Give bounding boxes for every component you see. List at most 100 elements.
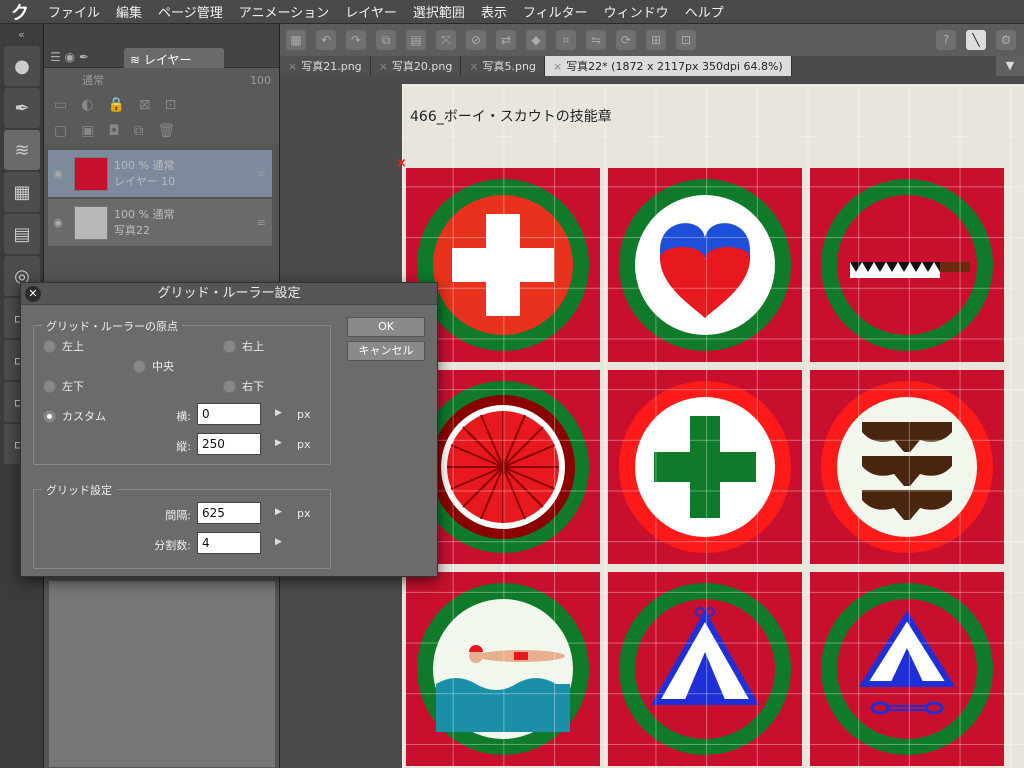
rotate-icon[interactable]: ⟳ — [616, 30, 636, 50]
radio-custom[interactable]: カスタム — [43, 408, 106, 424]
layer-tool-row: ▭ ◐ 🔒 ⊠ ⊡ — [44, 92, 279, 118]
close-tab-icon[interactable]: × — [288, 60, 297, 73]
file-tab-active[interactable]: × 写真22* (1872 x 2117px 350dpi 64.8%) — [544, 56, 792, 76]
grid-origin-marker[interactable]: × — [396, 156, 407, 171]
y-spin-icon[interactable]: ▶ — [275, 438, 282, 448]
layer-prop-icon[interactable]: ▭ — [54, 97, 67, 113]
ok-button[interactable]: OK — [347, 317, 425, 337]
undo-icon[interactable]: ↶ — [316, 30, 336, 50]
menu-selection[interactable]: 選択範囲 — [405, 2, 473, 21]
badge-rope — [810, 370, 1004, 564]
badge-heart — [608, 168, 802, 362]
y-input[interactable]: 250 — [197, 433, 261, 455]
settings-icon[interactable]: ⚙ — [996, 30, 1016, 50]
radio-top-right[interactable]: 右上 — [223, 338, 264, 354]
file-tab-label: 写真21.png — [301, 60, 362, 73]
radio-bottom-right[interactable]: 右下 — [223, 378, 264, 394]
cancel-button[interactable]: キャンセル — [347, 341, 425, 361]
menu-help[interactable]: ヘルプ — [677, 2, 732, 21]
visibility-eye-icon[interactable]: ◉ — [48, 167, 68, 180]
new-layer-icon[interactable]: ▢ — [54, 123, 67, 139]
interval-input[interactable]: 625 — [197, 502, 261, 524]
visibility-eye-icon[interactable]: ◉ — [48, 216, 68, 229]
grid-group: グリッド設定 — [33, 482, 331, 569]
radio-dot-selected[interactable] — [43, 409, 56, 423]
pen-tool-icon[interactable]: ✒ — [4, 88, 40, 128]
panel-tab-icons[interactable]: ☰ ◉ ✒ — [50, 50, 89, 64]
close-tab-icon[interactable]: × — [553, 60, 562, 73]
color-wheel-icon[interactable]: ● — [4, 46, 40, 86]
mask-icon[interactable]: ◘ — [108, 123, 119, 139]
copy-icon[interactable]: ⧉ — [376, 30, 396, 50]
collapse-icon[interactable]: « — [0, 24, 43, 44]
close-tab-icon[interactable]: × — [469, 60, 478, 73]
file-tab[interactable]: × 写真21.png — [280, 56, 371, 76]
new-folder-icon[interactable]: ▣ — [81, 123, 94, 139]
menu-animation[interactable]: アニメーション — [231, 2, 337, 21]
navigator-icon[interactable]: ▦ — [4, 172, 40, 212]
invert-icon[interactable]: ⇄ — [496, 30, 516, 50]
clip-icon[interactable]: ⊠ — [139, 97, 151, 113]
close-icon[interactable]: ✕ — [25, 286, 41, 302]
fill-icon[interactable]: ◆ — [526, 30, 546, 50]
ref-icon[interactable]: ⊡ — [165, 97, 177, 113]
file-tab-label: 写真20.png — [391, 60, 453, 73]
menu-page[interactable]: ページ管理 — [150, 2, 231, 21]
layer-color-icon[interactable]: ◐ — [81, 97, 93, 113]
close-tab-icon[interactable]: × — [379, 60, 388, 73]
menu-filter[interactable]: フィルター — [515, 2, 596, 21]
x-input[interactable]: 0 — [197, 403, 261, 425]
help-icon[interactable]: ? — [936, 30, 956, 50]
divisions-input[interactable]: 4 — [197, 532, 261, 554]
grid-ruler-settings-dialog: ✕ グリッド・ルーラー設定 グリッド・ルーラーの原点 左上 右上 中央 左下 右… — [20, 282, 438, 577]
layer-row[interactable]: ◉ 100 % 通常 写真22 ≡ — [48, 199, 272, 247]
interval-spin-icon[interactable]: ▶ — [275, 507, 282, 517]
menu-file[interactable]: ファイル — [40, 2, 108, 21]
layers-icon[interactable]: ≋ — [4, 130, 40, 170]
radio-dot[interactable] — [43, 379, 56, 393]
opacity-value[interactable]: 100 — [250, 74, 271, 87]
flip-icon[interactable]: ⇋ — [586, 30, 606, 50]
radio-center[interactable]: 中央 — [133, 358, 174, 374]
layer-menu-icon[interactable]: ≡ — [257, 167, 266, 180]
menu-window[interactable]: ウィンドウ — [596, 2, 677, 21]
radio-bottom-left[interactable]: 左下 — [43, 378, 84, 394]
app-logo-icon[interactable]: ク — [0, 0, 40, 25]
blend-mode-select[interactable]: 通常 — [82, 72, 104, 88]
delete-layer-icon[interactable]: 🗑 — [158, 123, 176, 139]
radio-dot[interactable] — [223, 339, 236, 353]
file-tabs: × 写真21.png × 写真20.png × 写真5.png × 写真22* (187… — [280, 56, 1024, 76]
snap-icon[interactable]: ⊡ — [676, 30, 696, 50]
radio-dot[interactable] — [133, 359, 146, 373]
file-tab[interactable]: × 写真5.png — [461, 56, 545, 76]
redo-icon[interactable]: ↷ — [346, 30, 366, 50]
deselect-icon[interactable]: ⊘ — [466, 30, 486, 50]
layer-row[interactable]: ◉ 100 % 通常 レイヤー 10 ≡ — [48, 150, 272, 198]
paste-icon[interactable]: ▤ — [406, 30, 426, 50]
transform-icon[interactable]: ⤧ — [436, 30, 456, 50]
divisions-spin-icon[interactable]: ▶ — [275, 537, 282, 547]
merge-icon[interactable]: ⧉ — [134, 123, 144, 139]
tabs-dropdown-icon[interactable]: ▼ — [996, 56, 1024, 76]
radio-dot[interactable] — [223, 379, 236, 393]
document-title: 466_ボーイ・スカウトの技能章 — [410, 109, 612, 125]
radio-dot[interactable] — [43, 339, 56, 353]
file-tab[interactable]: × 写真20.png — [370, 56, 462, 76]
ruler-icon[interactable]: ⊞ — [646, 30, 666, 50]
timeline-icon[interactable]: ▤ — [4, 214, 40, 254]
lock-icon[interactable]: 🔒 — [107, 97, 124, 113]
crop-icon[interactable]: ⌗ — [556, 30, 576, 50]
layer-opacity-blend: 100 % 通常 — [114, 158, 175, 172]
menu-edit[interactable]: 編集 — [108, 2, 150, 21]
menu-view[interactable]: 表示 — [473, 2, 515, 21]
tab-layers[interactable]: ≋ レイヤー — [124, 48, 224, 68]
layer-info: 100 % 通常 レイヤー 10 — [114, 158, 175, 190]
document-page[interactable]: 466_ボーイ・スカウトの技能章 — [402, 84, 1024, 768]
line-icon[interactable]: ╲ — [966, 30, 986, 50]
layer-menu-icon[interactable]: ≡ — [257, 216, 266, 229]
y-label: 縦: — [176, 440, 191, 453]
radio-top-left[interactable]: 左上 — [43, 338, 84, 354]
menu-layer[interactable]: レイヤー — [337, 2, 405, 21]
x-spin-icon[interactable]: ▶ — [275, 408, 282, 418]
grid-view-icon[interactable]: ▦ — [286, 30, 306, 50]
